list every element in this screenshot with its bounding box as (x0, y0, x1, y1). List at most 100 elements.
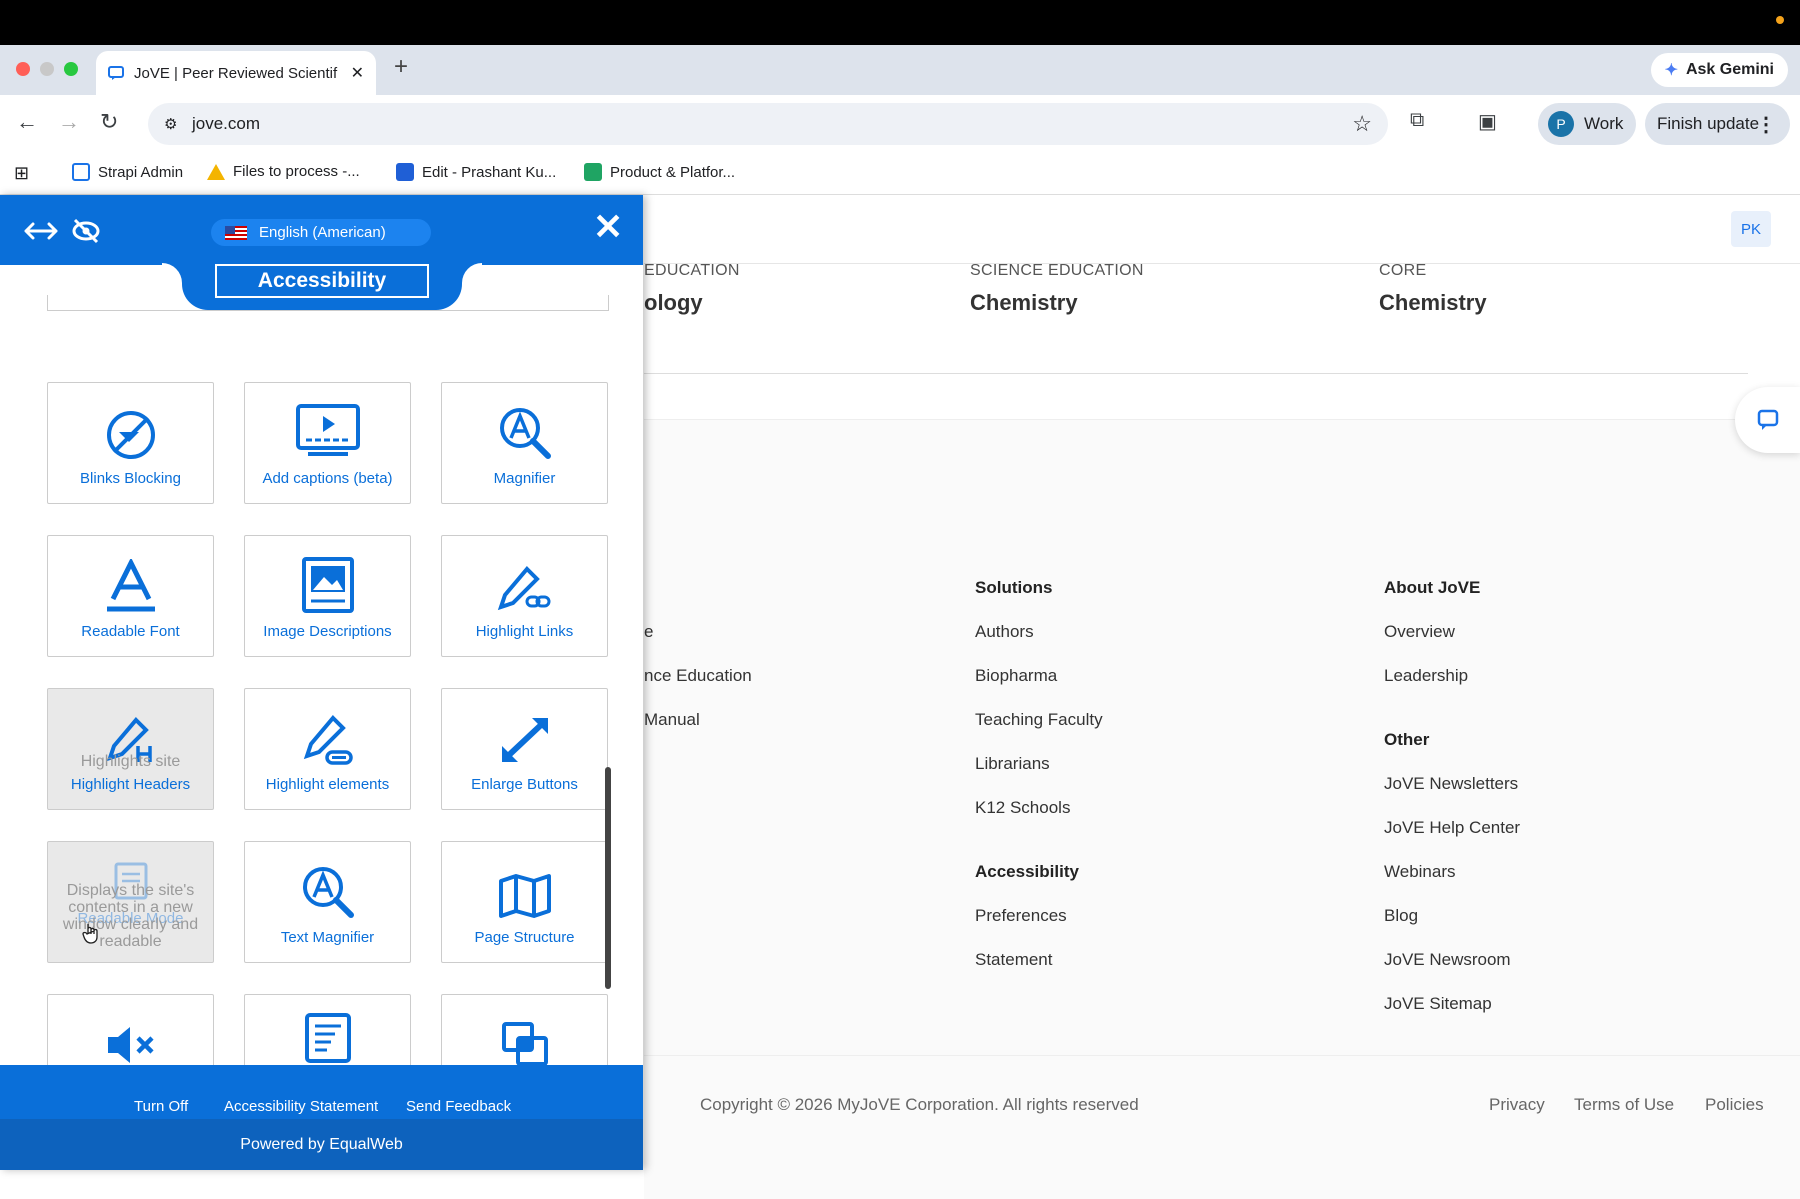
move-panel-icon[interactable] (24, 221, 58, 241)
captions-icon (295, 404, 360, 456)
footer-link[interactable]: nce Education (644, 666, 752, 686)
footer-heading-accessibility: Accessibility (975, 862, 1079, 881)
enlarge-buttons-card[interactable]: Enlarge Buttons (441, 688, 608, 810)
image-descriptions-icon (301, 557, 354, 613)
footer-link[interactable]: Librarians (975, 754, 1050, 774)
panel-footer: Turn Off Accessibility Statement Send Fe… (0, 1065, 643, 1170)
send-feedback-link[interactable]: Send Feedback (406, 1098, 511, 1115)
accessibility-statement-link[interactable]: Accessibility Statement (224, 1098, 378, 1115)
footer-link[interactable]: Statement (975, 950, 1053, 970)
extensions-icon[interactable]: ⧉ (1410, 109, 1424, 132)
close-tab-icon[interactable]: ✕ (351, 63, 364, 83)
hand-cursor-icon (82, 924, 98, 944)
blinks-blocking-card[interactable]: Blinks Blocking (47, 382, 214, 504)
footer-heading-other: Other (1384, 730, 1430, 749)
layers-icon (501, 1022, 548, 1066)
bookmark-strapi[interactable]: Strapi Admin (72, 163, 183, 181)
maximize-window-button[interactable] (64, 62, 78, 76)
readable-mode-card[interactable]: Readable Mode Displays the site's conten… (47, 841, 214, 963)
readable-font-icon (106, 559, 155, 612)
category-value[interactable]: Chemistry (970, 290, 1078, 316)
user-avatar[interactable]: PK (1731, 211, 1771, 247)
terms-link[interactable]: Terms of Use (1574, 1095, 1674, 1115)
apps-grid-icon[interactable]: ⊞ (14, 163, 29, 184)
partial-card-row (47, 295, 609, 311)
category-label: CORE (1379, 262, 1427, 279)
text-magnifier-card[interactable]: Text Magnifier (244, 841, 411, 963)
footer-area (644, 419, 1800, 1199)
category-value[interactable]: ology (644, 290, 703, 316)
footer-link[interactable]: Teaching Faculty (975, 710, 1103, 730)
footer-link[interactable]: Blog (1384, 906, 1418, 926)
ask-gemini-button[interactable]: ✦ Ask Gemini (1650, 53, 1788, 87)
magnifier-card[interactable]: Magnifier (441, 382, 608, 504)
category-label: SCIENCE EDUCATION (970, 262, 1144, 279)
magnifier-icon (499, 408, 551, 459)
forward-icon[interactable]: → (58, 109, 80, 135)
minimize-window-button[interactable] (40, 62, 54, 76)
mute-icon (107, 1027, 154, 1063)
footer-divider (644, 1055, 1800, 1056)
powered-by-equalweb[interactable]: Powered by EqualWeb (0, 1119, 643, 1170)
category-value[interactable]: Chemistry (1379, 290, 1487, 316)
url-text: jove.com (192, 114, 261, 133)
footer-link[interactable]: JoVE Newsroom (1384, 950, 1511, 970)
footer-link[interactable]: e (644, 622, 653, 642)
tab-jove[interactable]: JoVE | Peer Reviewed Scientif ✕ (96, 51, 376, 95)
footer-link[interactable]: JoVE Sitemap (1384, 994, 1492, 1014)
footer-heading-about: About JoVE (1384, 578, 1481, 597)
close-panel-icon[interactable]: ✕ (593, 209, 623, 245)
reload-icon[interactable]: ↻ (100, 109, 118, 135)
finish-update-label: Finish update (1657, 114, 1760, 133)
footer-link[interactable]: Webinars (1384, 862, 1456, 882)
back-icon[interactable]: ← (16, 109, 38, 135)
finish-update-button[interactable]: Finish update ⋮ (1645, 103, 1790, 145)
address-bar[interactable]: ⚙ jove.com ☆ (148, 103, 1388, 145)
footer-link[interactable]: Preferences (975, 906, 1067, 926)
footer-link[interactable]: Authors (975, 622, 1034, 642)
new-tab-button[interactable]: + (394, 53, 408, 81)
enlarge-buttons-icon (501, 718, 548, 762)
site-info-icon[interactable]: ⚙ (164, 115, 177, 133)
os-menu-bar (0, 0, 1800, 45)
bookmark-product[interactable]: Product & Platfor... (584, 163, 735, 181)
highlight-headers-card[interactable]: Highlights site Highlight Headers (47, 688, 214, 810)
gemini-icon: ✦ (1664, 62, 1678, 79)
bookmark-files[interactable]: Files to process -... (207, 163, 360, 180)
tab-search-icon[interactable]: ▣ (1478, 109, 1497, 134)
footer-link[interactable]: Leadership (1384, 666, 1468, 686)
footer-link[interactable]: JoVE Help Center (1384, 818, 1520, 838)
close-window-button[interactable] (16, 62, 30, 76)
privacy-link[interactable]: Privacy (1489, 1095, 1545, 1115)
panel-scrollbar[interactable] (605, 767, 611, 989)
document-icon (304, 1013, 351, 1063)
page-structure-card[interactable]: Page Structure (441, 841, 608, 963)
category-label: EDUCATION (644, 262, 740, 279)
hide-panel-icon[interactable] (71, 218, 101, 244)
footer-link[interactable]: K12 Schools (975, 798, 1070, 818)
language-selector[interactable]: English (American) (211, 219, 431, 246)
bookmark-star-icon[interactable]: ☆ (1352, 111, 1372, 137)
footer-link[interactable]: Manual (644, 710, 700, 730)
turn-off-link[interactable]: Turn Off (134, 1098, 188, 1115)
readable-font-card[interactable]: Readable Font (47, 535, 214, 657)
chat-button[interactable] (1735, 387, 1800, 453)
footer-link[interactable]: Biopharma (975, 666, 1057, 686)
tab-strip: JoVE | Peer Reviewed Scientif ✕ + ✦ Ask … (0, 45, 1800, 95)
image-descriptions-card[interactable]: Image Descriptions (244, 535, 411, 657)
highlight-links-card[interactable]: Highlight Links (441, 535, 608, 657)
footer-link[interactable]: JoVE Newsletters (1384, 774, 1518, 794)
blinks-blocking-icon (106, 411, 155, 459)
browser-toolbar: ← → ↻ ⚙ jove.com ☆ ⧉ ▣ P Work Finish upd… (0, 95, 1800, 153)
notification-dot (1776, 16, 1784, 24)
add-captions-card[interactable]: Add captions (beta) (244, 382, 411, 504)
profile-button[interactable]: P Work (1538, 103, 1636, 145)
language-label: English (American) (259, 224, 386, 241)
bookmark-edit[interactable]: Edit - Prashant Ku... (396, 163, 556, 181)
policies-link[interactable]: Policies (1705, 1095, 1764, 1115)
footer-link[interactable]: Overview (1384, 622, 1455, 642)
more-menu-icon[interactable]: ⋮ (1756, 112, 1776, 137)
highlight-elements-card[interactable]: Highlight elements (244, 688, 411, 810)
jove-favicon-icon (108, 66, 124, 80)
tab-title: JoVE | Peer Reviewed Scientif (134, 64, 338, 82)
